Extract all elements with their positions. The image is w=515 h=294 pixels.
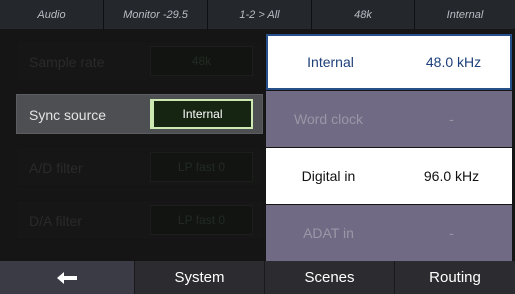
option-rate: 96.0 kHz [423, 168, 480, 184]
settings-panel: Sample rate 48k Sync source Internal A/D… [0, 29, 515, 261]
bottom-nav: System Scenes Routing [0, 261, 515, 294]
setting-value[interactable]: 48k [150, 46, 253, 76]
status-monitor: Monitor -29.5 [104, 0, 208, 29]
option-label: Digital in [301, 168, 356, 184]
tab-scenes[interactable]: Scenes [265, 261, 395, 294]
option-rate: - [449, 111, 454, 127]
option-label: Internal [307, 54, 354, 70]
status-sample-rate: 48k [312, 0, 415, 29]
setting-value[interactable]: LP fast 0 [150, 205, 253, 235]
status-bar: Audio Monitor -29.5 1-2 > All 48k Intern… [0, 0, 515, 29]
setting-value[interactable]: LP fast 0 [150, 152, 253, 182]
back-arrow-icon [57, 271, 77, 284]
setting-value[interactable]: Internal [150, 99, 253, 129]
setting-da-filter[interactable]: D/A filter LP fast 0 [16, 200, 263, 240]
option-rate: - [449, 225, 454, 241]
option-word-clock[interactable]: Word clock - [266, 91, 512, 147]
tab-system[interactable]: System [135, 261, 265, 294]
setting-label: D/A filter [29, 213, 82, 229]
setting-sync-source[interactable]: Sync source Internal [16, 94, 263, 134]
option-label: Word clock [294, 111, 363, 127]
option-label: ADAT in [303, 225, 354, 241]
setting-sample-rate[interactable]: Sample rate 48k [16, 41, 263, 81]
sync-source-dropdown: Internal 48.0 kHz Word clock - Digital i… [266, 34, 512, 263]
status-sync: Internal [446, 8, 484, 21]
option-digital-in[interactable]: Digital in 96.0 kHz [266, 148, 512, 204]
option-internal[interactable]: Internal 48.0 kHz [266, 34, 512, 90]
setting-label: A/D filter [29, 160, 83, 176]
status-audio: Audio [0, 0, 104, 29]
option-adat-in[interactable]: ADAT in - [266, 205, 512, 261]
option-rate: 48.0 kHz [425, 54, 482, 70]
back-button[interactable] [0, 261, 135, 294]
setting-ad-filter[interactable]: A/D filter LP fast 0 [16, 147, 263, 187]
setting-label: Sample rate [29, 54, 105, 70]
setting-label: Sync source [29, 107, 107, 123]
status-routing: 1-2 > All [208, 0, 312, 29]
tab-routing[interactable]: Routing [395, 261, 515, 294]
